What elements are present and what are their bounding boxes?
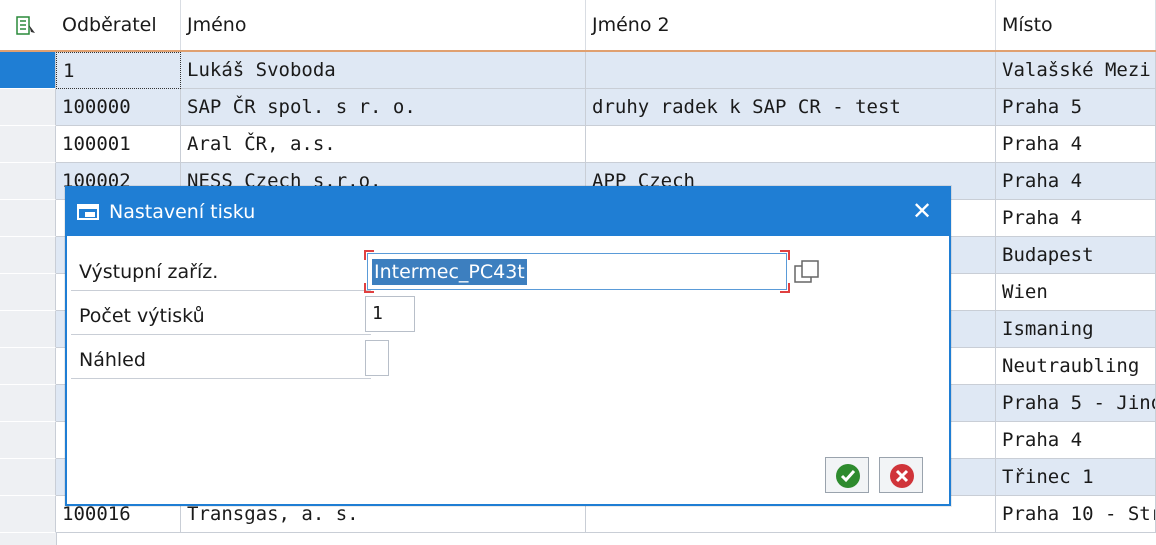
- copies-input[interactable]: 1: [365, 296, 415, 332]
- cell-city[interactable]: Praha 4: [996, 163, 1156, 200]
- cell-city[interactable]: Třinec 1: [996, 459, 1156, 496]
- table-row[interactable]: 1 Lukáš Svoboda Valašské Mezi: [0, 52, 1156, 89]
- header-name[interactable]: Jméno: [181, 0, 586, 50]
- copies-row: Počet výtisků: [71, 298, 371, 335]
- value-help-icon[interactable]: [793, 258, 821, 286]
- cell-city[interactable]: Praha 5: [996, 89, 1156, 126]
- table-row[interactable]: 100001 Aral ČR, a.s. Praha 4: [0, 126, 1156, 163]
- column-settings-icon[interactable]: [16, 16, 36, 36]
- focus-corner: [780, 250, 790, 260]
- header-customer[interactable]: Odběratel: [56, 0, 181, 50]
- cell-customer[interactable]: 100001: [56, 126, 181, 163]
- dialog-window-icon: [77, 204, 99, 220]
- row-selector[interactable]: [0, 459, 56, 496]
- cell-city[interactable]: Praha 4: [996, 422, 1156, 459]
- dialog-titlebar[interactable]: Nastavení tisku ✕: [67, 188, 949, 236]
- copies-label: Počet výtisků: [79, 305, 205, 327]
- cell-customer[interactable]: 1: [56, 52, 181, 89]
- cell-city[interactable]: Wien: [996, 274, 1156, 311]
- focus-corner: [780, 283, 790, 293]
- device-label: Výstupní zaříz.: [79, 261, 219, 283]
- preview-checkbox[interactable]: [365, 340, 389, 376]
- row-selector[interactable]: [0, 200, 56, 237]
- cell-city[interactable]: Praha 5 - Jinor: [996, 385, 1156, 422]
- row-selector[interactable]: [0, 89, 56, 126]
- cell-city[interactable]: Budapest: [996, 237, 1156, 274]
- row-selector[interactable]: [0, 496, 56, 533]
- print-settings-dialog: Nastavení tisku ✕ Výstupní zaříz. Interm…: [65, 186, 951, 506]
- preview-row: Náhled: [71, 342, 371, 379]
- row-selector[interactable]: [0, 348, 56, 385]
- output-device-value[interactable]: Intermec_PC43t: [372, 259, 527, 285]
- cell-name[interactable]: Lukáš Svoboda: [181, 52, 586, 89]
- cell-name-2[interactable]: [586, 52, 996, 89]
- cell-city[interactable]: Valašské Mezi: [996, 52, 1156, 89]
- row-selector[interactable]: [0, 52, 56, 89]
- focus-corner: [364, 250, 374, 260]
- header-name-2[interactable]: Jméno 2: [586, 0, 996, 50]
- cell-name[interactable]: Aral ČR, a.s.: [181, 126, 586, 163]
- table-header: Odběratel Jméno Jméno 2 Místo: [0, 0, 1156, 52]
- output-device-input[interactable]: Intermec_PC43t: [364, 250, 790, 293]
- row-selector[interactable]: [0, 311, 56, 348]
- row-selector[interactable]: [0, 274, 56, 311]
- cell-city[interactable]: Praha 4: [996, 200, 1156, 237]
- confirm-button[interactable]: [825, 457, 869, 493]
- row-selector[interactable]: [0, 385, 56, 422]
- cell-customer[interactable]: 100000: [56, 89, 181, 126]
- row-selector[interactable]: [0, 422, 56, 459]
- cell-city[interactable]: Neutraubling: [996, 348, 1156, 385]
- row-selector[interactable]: [0, 237, 56, 274]
- dialog-title: Nastavení tisku: [109, 201, 256, 223]
- row-selector[interactable]: [0, 163, 56, 200]
- cell-name-2[interactable]: [586, 126, 996, 163]
- checkmark-icon: [836, 464, 860, 488]
- cell-city[interactable]: Praha 4: [996, 126, 1156, 163]
- row-selector[interactable]: [0, 126, 56, 163]
- focus-corner: [364, 283, 374, 293]
- cell-city[interactable]: Praha 10 - Str: [996, 496, 1156, 533]
- cell-name[interactable]: SAP ČR spol. s r. o.: [181, 89, 586, 126]
- header-city[interactable]: Místo: [996, 0, 1156, 50]
- cancel-button[interactable]: [879, 457, 923, 493]
- preview-label: Náhled: [79, 349, 146, 371]
- cell-city[interactable]: Ismaning: [996, 311, 1156, 348]
- table-row[interactable]: 100000 SAP ČR spol. s r. o. druhy radek …: [0, 89, 1156, 126]
- close-icon[interactable]: ✕: [909, 198, 935, 224]
- cell-name-2[interactable]: druhy radek k SAP CR - test: [586, 89, 996, 126]
- device-row: Výstupní zaříz.: [71, 254, 371, 291]
- cancel-icon: [890, 464, 914, 488]
